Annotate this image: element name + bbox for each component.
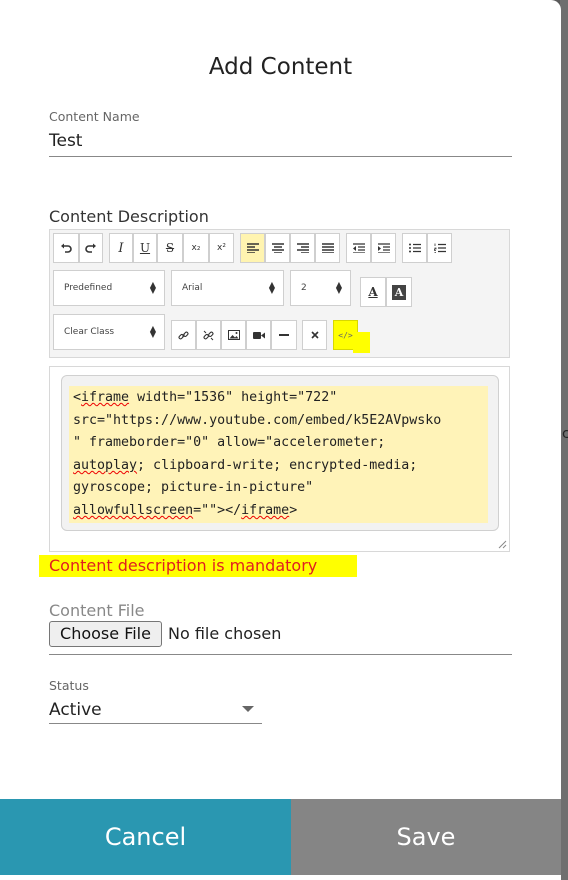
unlink-button[interactable] xyxy=(196,320,221,350)
code-text: width="1536" height="722" xyxy=(129,390,338,405)
content-file-underline xyxy=(49,654,512,655)
code-line: autoplay; clipboard-write; encrypted-med… xyxy=(73,455,488,478)
status-label: Status xyxy=(49,678,89,693)
code-text: > xyxy=(289,502,298,518)
superscript-button[interactable]: x² xyxy=(209,233,234,263)
predefined-style-select[interactable]: Predefined ▲ ▼ xyxy=(53,270,165,306)
code-line: src="https://www.youtube.com/embed/k5E2A… xyxy=(73,410,488,433)
content-file-label: Content File xyxy=(49,601,145,620)
select-arrows-icon: ▲ ▼ xyxy=(268,280,275,295)
code-text: gyroscope; picture-in-picture" xyxy=(73,480,314,496)
code-text: =""></ xyxy=(193,502,242,518)
numbered-list-icon xyxy=(433,243,446,253)
code-line: gyroscope; picture-in-picture" xyxy=(73,477,488,500)
align-left-button[interactable] xyxy=(240,233,265,263)
code-line: <iframe width="1536" height="722" xyxy=(73,387,488,410)
align-center-button[interactable] xyxy=(265,233,290,263)
redo-icon xyxy=(85,243,96,253)
remove-format-button[interactable] xyxy=(302,320,327,350)
horizontal-rule-icon xyxy=(279,334,289,336)
subscript-button[interactable]: x₂ xyxy=(183,233,209,263)
font-size-value: 2 xyxy=(301,283,307,293)
highlight-mark xyxy=(353,332,370,353)
link-icon xyxy=(178,331,189,339)
save-button[interactable]: Save xyxy=(291,799,561,875)
content-name-input[interactable]: Test xyxy=(49,131,82,151)
content-name-label: Content Name xyxy=(49,109,140,124)
status-select[interactable]: Active xyxy=(49,700,102,720)
select-arrows-icon: ▲ ▼ xyxy=(149,324,156,339)
background-color-button[interactable]: A xyxy=(386,277,412,307)
indent-button[interactable] xyxy=(371,233,396,263)
select-arrows-icon: ▲ ▼ xyxy=(335,280,342,295)
italic-button[interactable]: I xyxy=(109,233,133,263)
font-size-select[interactable]: 2 ▲ ▼ xyxy=(290,270,351,306)
background-color-icon: A xyxy=(391,284,407,300)
dropdown-caret-icon[interactable] xyxy=(242,706,254,712)
code-line: " frameborder="0" allow="accelerometer; xyxy=(73,432,488,455)
strikethrough-button[interactable]: S xyxy=(157,233,183,263)
video-icon xyxy=(252,331,265,339)
dialog-footer: Cancel Save xyxy=(0,799,561,875)
status-underline xyxy=(49,723,262,724)
content-name-underline xyxy=(49,156,512,157)
code-text: src="https://www.youtube.com/embed/k5E2A… xyxy=(73,412,442,428)
clear-class-value: Clear Class xyxy=(64,327,115,337)
misspelled-word: allowfullscreen xyxy=(73,502,194,518)
predefined-style-value: Predefined xyxy=(64,283,113,293)
choose-file-button[interactable]: Choose File xyxy=(49,621,162,647)
align-right-button[interactable] xyxy=(290,233,315,263)
misspelled-word: iframe xyxy=(241,502,290,518)
insert-image-button[interactable] xyxy=(221,320,246,350)
code-line: allowfullscreen=""></iframe> xyxy=(73,500,488,523)
dialog-title: Add Content xyxy=(208,54,353,80)
insert-link-button[interactable] xyxy=(171,320,196,350)
bullet-list-icon xyxy=(408,243,421,253)
clear-class-select[interactable]: Clear Class ▲ ▼ xyxy=(53,314,165,350)
code-text: ; clipboard-write; encrypted-media; xyxy=(137,457,418,473)
numbered-list-button[interactable] xyxy=(427,233,452,263)
code-text: < xyxy=(73,390,82,405)
font-color-button[interactable]: A xyxy=(360,277,386,307)
resize-handle-icon[interactable] xyxy=(495,537,507,549)
misspelled-word: iframe xyxy=(81,390,130,405)
font-family-value: Arial xyxy=(182,283,203,293)
font-family-select[interactable]: Arial ▲ ▼ xyxy=(171,270,284,306)
code-view-textarea[interactable]: <iframe width="1536" height="722" src="ht… xyxy=(69,386,488,523)
horizontal-rule-button[interactable] xyxy=(271,320,297,350)
undo-icon xyxy=(61,243,72,253)
align-left-icon xyxy=(246,243,259,253)
bullet-list-button[interactable] xyxy=(402,233,427,263)
unlink-icon xyxy=(203,330,214,340)
justify-icon xyxy=(321,243,334,253)
underline-button[interactable]: U xyxy=(133,233,157,263)
outdent-icon xyxy=(352,243,365,253)
align-right-icon xyxy=(296,243,309,253)
insert-video-button[interactable] xyxy=(246,320,271,350)
backdrop-fragment: c xyxy=(562,426,568,442)
description-error-message: Content description is mandatory xyxy=(39,555,357,577)
undo-button[interactable] xyxy=(53,233,79,263)
remove-format-icon xyxy=(310,331,319,339)
image-icon xyxy=(227,330,240,340)
outdent-button[interactable] xyxy=(346,233,371,263)
indent-icon xyxy=(377,243,390,253)
select-arrows-icon: ▲ ▼ xyxy=(149,280,156,295)
cancel-button[interactable]: Cancel xyxy=(0,799,291,875)
file-status-text: No file chosen xyxy=(168,624,282,643)
content-description-label: Content Description xyxy=(49,207,209,226)
code-text: " frameborder="0" allow="accelerometer; xyxy=(73,435,386,451)
misspelled-word: autoplay xyxy=(73,457,138,473)
align-center-icon xyxy=(271,243,284,253)
redo-button[interactable] xyxy=(79,233,103,263)
add-content-dialog: Add Content Content Name Test Content De… xyxy=(0,0,561,880)
justify-button[interactable] xyxy=(315,233,340,263)
